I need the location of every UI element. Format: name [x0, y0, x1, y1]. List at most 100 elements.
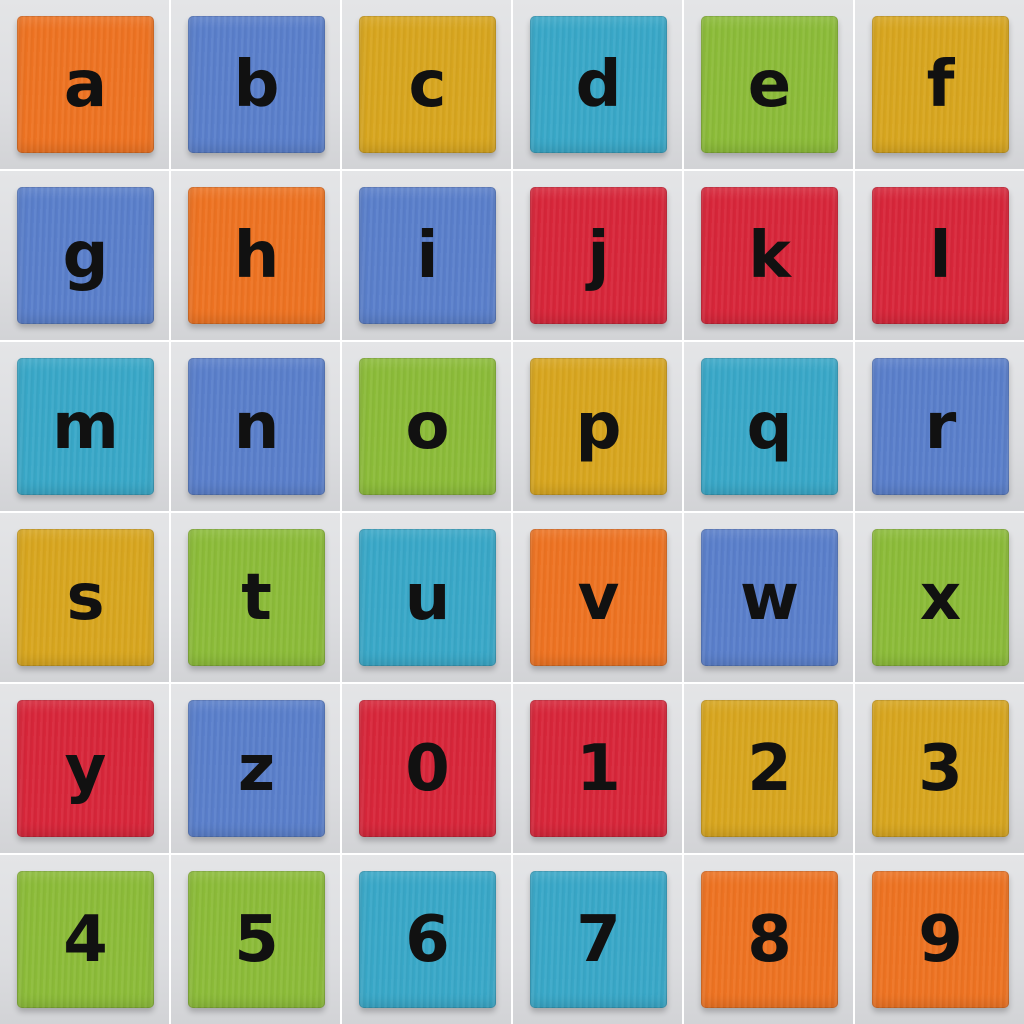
- block-cell: 3: [855, 684, 1024, 853]
- letter-block: n: [188, 358, 325, 495]
- block-character: e: [747, 47, 792, 122]
- block-cell: y: [0, 684, 169, 853]
- block-character: 7: [576, 902, 621, 977]
- block-character: b: [233, 47, 280, 122]
- letter-block: 5: [188, 871, 325, 1008]
- letter-block: o: [359, 358, 496, 495]
- block-character: j: [587, 218, 610, 293]
- letter-block: r: [872, 358, 1009, 495]
- block-cell: 4: [0, 855, 169, 1024]
- block-cell: w: [684, 513, 853, 682]
- block-cell: 8: [684, 855, 853, 1024]
- letter-block: 4: [17, 871, 154, 1008]
- block-grid: a b c d e f g h i j k l m n o p q r s t u v w x y z 0 1 2 3 4 5 6 7 8 9: [0, 0, 1024, 1024]
- block-cell: e: [684, 0, 853, 169]
- block-cell: i: [342, 171, 511, 340]
- letter-block: a: [17, 16, 154, 153]
- block-character: 4: [63, 902, 108, 977]
- block-character: z: [237, 731, 276, 806]
- block-character: r: [924, 389, 957, 464]
- block-character: a: [63, 47, 108, 122]
- block-cell: k: [684, 171, 853, 340]
- block-character: w: [739, 560, 800, 635]
- letter-block: k: [701, 187, 838, 324]
- block-character: v: [577, 560, 620, 635]
- block-character: k: [748, 218, 791, 293]
- letter-block: i: [359, 187, 496, 324]
- letter-block: w: [701, 529, 838, 666]
- letter-block: z: [188, 700, 325, 837]
- letter-block: b: [188, 16, 325, 153]
- block-character: n: [233, 389, 280, 464]
- letter-block: x: [872, 529, 1009, 666]
- block-cell: b: [171, 0, 340, 169]
- block-cell: m: [0, 342, 169, 511]
- block-character: x: [919, 560, 962, 635]
- block-cell: 7: [513, 855, 682, 1024]
- letter-block: e: [701, 16, 838, 153]
- block-character: p: [575, 389, 622, 464]
- letter-block: l: [872, 187, 1009, 324]
- block-cell: 9: [855, 855, 1024, 1024]
- block-character: t: [241, 560, 272, 635]
- letter-block: c: [359, 16, 496, 153]
- letter-block: d: [530, 16, 667, 153]
- block-character: 2: [747, 731, 792, 806]
- block-cell: q: [684, 342, 853, 511]
- letter-block: g: [17, 187, 154, 324]
- letter-block: 0: [359, 700, 496, 837]
- block-cell: x: [855, 513, 1024, 682]
- letter-block: 1: [530, 700, 667, 837]
- block-character: 1: [576, 731, 621, 806]
- letter-block: f: [872, 16, 1009, 153]
- letter-block: 3: [872, 700, 1009, 837]
- block-character: 0: [405, 731, 450, 806]
- block-character: l: [929, 218, 952, 293]
- letter-block: t: [188, 529, 325, 666]
- block-cell: n: [171, 342, 340, 511]
- block-cell: l: [855, 171, 1024, 340]
- block-cell: p: [513, 342, 682, 511]
- block-cell: h: [171, 171, 340, 340]
- block-character: 9: [918, 902, 963, 977]
- block-cell: 1: [513, 684, 682, 853]
- block-character: f: [926, 47, 955, 122]
- block-character: 6: [405, 902, 450, 977]
- letter-block: j: [530, 187, 667, 324]
- letter-block: h: [188, 187, 325, 324]
- letter-block: y: [17, 700, 154, 837]
- block-cell: g: [0, 171, 169, 340]
- block-cell: j: [513, 171, 682, 340]
- block-character: u: [404, 560, 451, 635]
- block-cell: s: [0, 513, 169, 682]
- block-character: m: [52, 389, 119, 464]
- block-character: y: [64, 731, 107, 806]
- letter-block: u: [359, 529, 496, 666]
- letter-block: q: [701, 358, 838, 495]
- letter-block: 7: [530, 871, 667, 1008]
- block-character: o: [405, 389, 450, 464]
- letter-block: 8: [701, 871, 838, 1008]
- letter-block: 2: [701, 700, 838, 837]
- letter-block: v: [530, 529, 667, 666]
- letter-block: m: [17, 358, 154, 495]
- block-cell: a: [0, 0, 169, 169]
- block-character: s: [66, 560, 105, 635]
- block-cell: 5: [171, 855, 340, 1024]
- block-cell: z: [171, 684, 340, 853]
- block-character: i: [416, 218, 439, 293]
- block-cell: 2: [684, 684, 853, 853]
- block-cell: r: [855, 342, 1024, 511]
- block-cell: o: [342, 342, 511, 511]
- block-cell: 6: [342, 855, 511, 1024]
- block-character: 5: [234, 902, 279, 977]
- block-character: 8: [747, 902, 792, 977]
- block-character: c: [408, 47, 447, 122]
- block-character: 3: [918, 731, 963, 806]
- letter-block: p: [530, 358, 667, 495]
- block-cell: u: [342, 513, 511, 682]
- block-cell: 0: [342, 684, 511, 853]
- block-character: h: [233, 218, 280, 293]
- block-cell: v: [513, 513, 682, 682]
- block-cell: f: [855, 0, 1024, 169]
